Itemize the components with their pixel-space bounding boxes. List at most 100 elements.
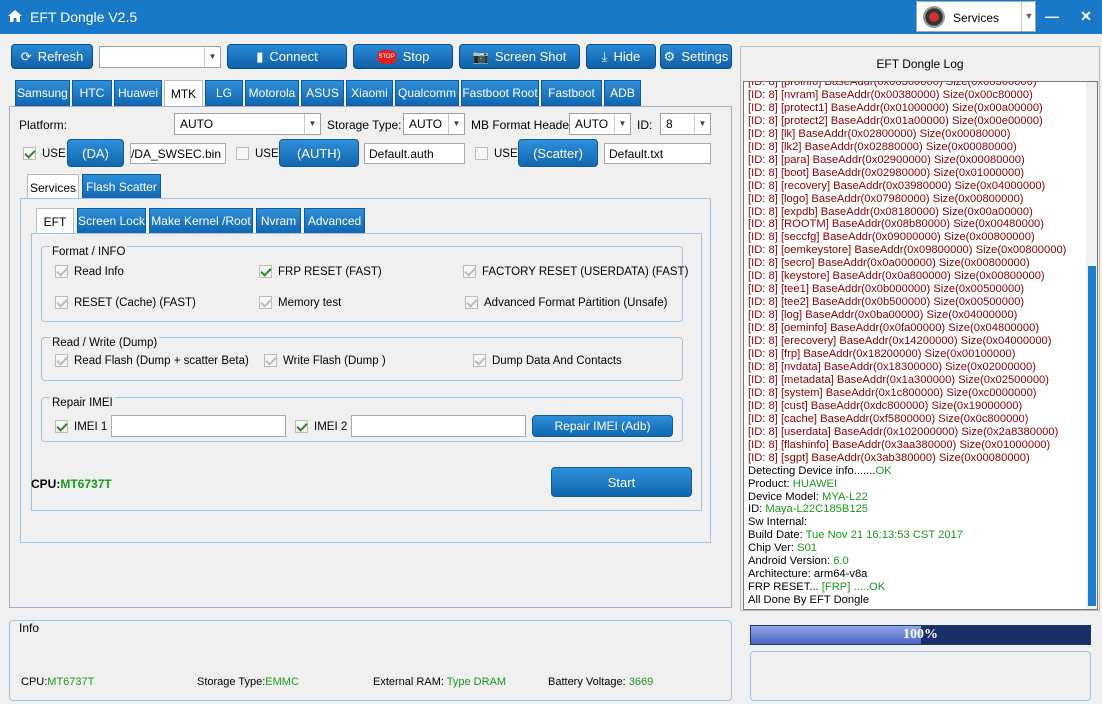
tab-fastboot-root[interactable]: Fastboot Root [461, 80, 539, 106]
reset-cache-checkbox[interactable]: RESET (Cache) (FAST) [55, 296, 196, 309]
tab-screen-lock[interactable]: Screen Lock [77, 208, 146, 234]
checkbox-checked-icon [55, 420, 68, 433]
tab-qualcomm[interactable]: Qualcomm [395, 80, 459, 106]
gear-icon: ⚙ [663, 48, 676, 64]
scrollbar-thumb[interactable] [1088, 266, 1096, 606]
id-select[interactable]: 8 ▼ [660, 113, 711, 135]
log-line: [ID: 8] [ROOTM] BaseAddr(0x08b80000) Siz… [748, 218, 1044, 231]
services-dropdown[interactable]: Services ▼ [916, 1, 1036, 32]
refresh-label: Refresh [37, 49, 84, 64]
info-panel [9, 620, 732, 701]
read-info-checkbox[interactable]: Read Info [55, 265, 124, 278]
use-scatter-checkbox[interactable]: USE [475, 147, 518, 160]
tab-xiaomi[interactable]: Xiaomi [346, 80, 393, 106]
info-cpu-label: CPU: [21, 676, 48, 688]
close-button[interactable]: ✕ [1076, 8, 1096, 25]
tab-flash-scatter[interactable]: Flash Scatter [82, 174, 161, 200]
format-info-group: Format / INFO [41, 246, 683, 322]
factory-reset-checkbox[interactable]: FACTORY RESET (USERDATA) (FAST) [463, 265, 688, 278]
tab-adb[interactable]: ADB [604, 80, 641, 106]
info-storage-label: Storage Type: [197, 676, 266, 688]
hide-icon: ⤓ [601, 48, 608, 64]
log-line: [ID: 8] [lk2] BaseAddr(0x02880000) Size(… [748, 140, 1017, 153]
repair-imei-button[interactable]: Repair IMEI (Adb) [532, 415, 673, 437]
screenshot-button[interactable]: 📷 Screen Shot [459, 44, 580, 69]
auth-button[interactable]: (AUTH) [279, 139, 359, 167]
settings-button[interactable]: ⚙ Settings [660, 44, 732, 69]
stop-label: Stop [402, 49, 430, 64]
log-line: [ID: 8] [protect1] BaseAddr(0x01000000) … [748, 101, 1043, 114]
log-line: Chip Ver: S01 [748, 542, 818, 555]
chevron-down-icon[interactable]: ▼ [614, 114, 630, 134]
refresh-button[interactable]: ⟳ Refresh [11, 44, 93, 69]
log-line: Device Model: MYA-L22 [748, 490, 868, 503]
write-flash-checkbox[interactable]: Write Flash (Dump ) [264, 354, 386, 367]
chevron-down-icon[interactable]: ▼ [1021, 2, 1036, 31]
chevron-down-icon[interactable]: ▼ [204, 47, 220, 67]
stop-button[interactable]: STOP Stop [353, 44, 453, 69]
tab-samsung[interactable]: Samsung [15, 80, 70, 106]
tab-services[interactable]: Services [27, 174, 79, 201]
tab-lg[interactable]: LG [205, 80, 243, 106]
chevron-down-icon[interactable]: ▼ [304, 114, 320, 134]
use-auth-checkbox[interactable]: USE [236, 147, 279, 160]
imei2-field[interactable] [351, 415, 526, 437]
info-battery-value: 3669 [628, 676, 654, 688]
log-line: Build Date: Tue Nov 21 16:13:53 CST 2017 [748, 529, 963, 542]
tab-mtk[interactable]: MTK [164, 80, 203, 107]
info-battery-label: Battery Voltage: [548, 676, 626, 688]
chevron-down-icon[interactable]: ▼ [694, 114, 710, 134]
tab-htc[interactable]: HTC [72, 80, 112, 106]
progress-label: 100% [903, 627, 938, 642]
window-title: EFT Dongle V2.5 [30, 9, 138, 25]
port-select[interactable]: ▼ [99, 46, 221, 68]
scatter-button[interactable]: (Scatter) [518, 139, 598, 167]
auth-file-field[interactable]: Default.auth [364, 143, 465, 164]
log-scrollbar[interactable] [1086, 82, 1097, 609]
tab-advanced[interactable]: Advanced [304, 208, 365, 234]
use-da-checkbox[interactable]: USE [23, 147, 66, 160]
log-textbox[interactable]: [ID: 8] [proinfo] BaseAddr(0x00300000) S… [743, 81, 1098, 610]
storage-type-select[interactable]: AUTO ▼ [403, 113, 465, 135]
log-line: [ID: 8] [nvdata] BaseAddr(0x18300000) Si… [748, 360, 1036, 373]
settings-label: Settings [681, 49, 729, 64]
tab-fastboot[interactable]: Fastboot [541, 80, 602, 106]
advanced-format-checkbox[interactable]: Advanced Format Partition (Unsafe) [465, 296, 667, 309]
start-button[interactable]: Start [551, 467, 692, 497]
log-line: Android Version: 6.0 [748, 555, 849, 568]
hide-button[interactable]: ⤓ Hide [586, 44, 656, 69]
imei1-checkbox[interactable]: IMEI 1 [55, 420, 107, 433]
read-flash-checkbox[interactable]: Read Flash (Dump + scatter Beta) [55, 354, 249, 367]
tab-asus[interactable]: ASUS [301, 80, 344, 106]
checkbox-icon [473, 354, 486, 367]
connect-button[interactable]: ▮ Connect [227, 44, 347, 69]
log-line: [ID: 8] [log] BaseAddr(0x0ba00000) Size(… [748, 309, 1018, 322]
log-line: [ID: 8] [metadata] BaseAddr(0x1a300000) … [748, 373, 1050, 386]
log-line: All Done By EFT Dongle [748, 594, 870, 607]
log-line: [ID: 8] [sgpt] BaseAddr(0x3ab380000) Siz… [748, 451, 1030, 464]
storage-type-value: AUTO [409, 117, 443, 131]
frp-reset-checkbox[interactable]: FRP RESET (FAST) [259, 265, 382, 278]
platform-select[interactable]: AUTO ▼ [174, 113, 321, 135]
da-file-field[interactable]: A/DA_SWSEC.bin [130, 143, 226, 164]
log-line: [ID: 8] [frp] BaseAddr(0x18200000) Size(… [748, 348, 1016, 361]
log-line: ID: Maya-L22C185B125 [748, 503, 869, 516]
cpu-readout: CPU:MT6737T [31, 477, 112, 491]
chevron-down-icon[interactable]: ▼ [448, 114, 464, 134]
tab-make-kernel-root[interactable]: Make Kernel /Root [149, 208, 253, 234]
tab-eft[interactable]: EFT [36, 208, 74, 235]
memory-test-checkbox[interactable]: Memory test [259, 296, 341, 309]
imei1-field[interactable] [111, 415, 286, 437]
dump-data-checkbox[interactable]: Dump Data And Contacts [473, 354, 622, 367]
tab-huawei[interactable]: Huawei [114, 80, 162, 106]
da-button[interactable]: (DA) [67, 139, 124, 167]
info-storage-value: EMMC [265, 676, 299, 688]
imei2-checkbox[interactable]: IMEI 2 [295, 420, 347, 433]
tab-motorola[interactable]: Motorola [245, 80, 299, 106]
dump-data-label: Dump Data And Contacts [492, 354, 622, 367]
scatter-file-field[interactable]: Default.txt [604, 143, 711, 164]
minimize-button[interactable]: — [1042, 8, 1062, 24]
id-label: ID: [637, 118, 653, 132]
tab-nvram[interactable]: Nvram [256, 208, 301, 234]
mb-format-select[interactable]: AUTO ▼ [569, 113, 631, 135]
